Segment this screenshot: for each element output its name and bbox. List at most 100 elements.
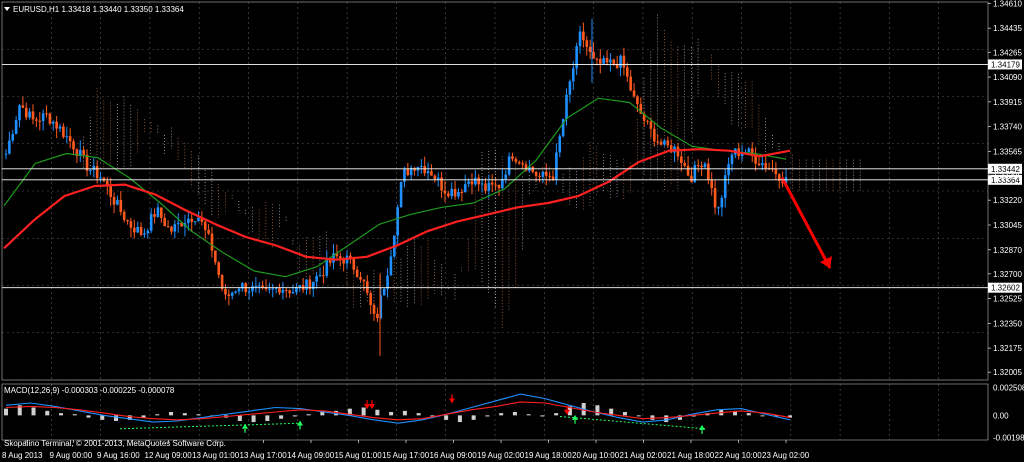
candle-body <box>646 120 649 122</box>
candle-body <box>68 136 72 142</box>
candle-body <box>629 76 632 91</box>
candle-body <box>511 156 514 159</box>
macd-tick-label: 0.002508 <box>993 383 1024 392</box>
candle-body <box>598 59 602 64</box>
candle-body <box>548 175 551 177</box>
price-tick-label: 1.33565 <box>993 147 1022 156</box>
time-tick-label: 21 Aug 18:00 <box>667 451 715 460</box>
candle-body <box>11 133 15 141</box>
candle-body <box>112 196 116 205</box>
candle-body <box>55 121 58 129</box>
candle-body <box>544 171 548 176</box>
macd-histogram-bar <box>251 415 256 423</box>
macd-histogram-bar <box>86 415 91 418</box>
candle-body <box>696 165 700 167</box>
candle-body <box>517 161 521 164</box>
candle-body <box>413 167 416 171</box>
candle-body <box>666 140 670 146</box>
candle-body <box>257 285 261 287</box>
macd-histogram-bar <box>45 410 50 416</box>
candle-body <box>480 183 484 185</box>
candle-body <box>217 262 221 275</box>
macd-histogram-bar <box>471 415 476 420</box>
candle-body <box>288 290 291 294</box>
candle-body <box>764 163 768 169</box>
macd-histogram-bar <box>292 415 297 417</box>
candle-body <box>92 165 96 171</box>
candle-body <box>531 166 535 172</box>
candle-body <box>571 68 575 82</box>
candle-body <box>21 105 25 108</box>
candle-body <box>193 221 197 223</box>
candle-body <box>686 165 690 176</box>
price-tick-label: 1.32175 <box>993 344 1022 353</box>
time-tick-label: 22 Aug 10:00 <box>715 451 763 460</box>
candle-body <box>585 40 589 47</box>
candle-body <box>224 288 227 295</box>
candle-body <box>555 152 558 180</box>
candle-body <box>325 260 329 276</box>
candle-body <box>197 217 200 222</box>
candle-body <box>575 46 578 69</box>
candle-body <box>690 175 693 182</box>
candle-body <box>58 126 62 129</box>
candle-body <box>656 141 659 143</box>
macd-histogram-bar <box>622 412 627 416</box>
candle-body <box>146 230 150 234</box>
candle-body <box>65 136 69 138</box>
candle-body <box>163 217 167 227</box>
candle-body <box>474 177 477 185</box>
candle-body <box>592 52 595 59</box>
candle-body <box>220 274 224 289</box>
candle-body <box>153 214 156 217</box>
price-tick-label: 1.33915 <box>993 98 1022 107</box>
time-tick-label: 19 Aug 02:00 <box>477 451 525 460</box>
candle-body <box>484 183 487 191</box>
candle-body <box>139 226 143 235</box>
candle-body <box>609 59 612 63</box>
candle-body <box>757 163 761 166</box>
candle-body <box>119 199 123 212</box>
time-tick-label: 15 Aug 17:00 <box>382 451 430 460</box>
candle-body <box>501 178 504 189</box>
price-tick-label: 1.33395 <box>993 171 1022 180</box>
candle-body <box>281 289 285 293</box>
candle-body <box>460 192 464 194</box>
candle-body <box>541 171 545 177</box>
candle-body <box>612 59 616 64</box>
candle-body <box>720 197 724 208</box>
candle-body <box>362 279 366 282</box>
candle-body <box>538 175 541 177</box>
macd-histogram-bar <box>31 407 36 416</box>
time-tick-label: 23 Aug 02:00 <box>762 451 810 460</box>
macd-histogram-bar <box>444 415 449 420</box>
candle-body <box>389 256 393 276</box>
candle-body <box>521 163 524 165</box>
copyright-footer: Skopalino Terminal, © 2001-2013, MetaQuo… <box>4 439 226 448</box>
macd-histogram-bar <box>664 415 669 423</box>
candle-body <box>463 184 467 193</box>
macd-histogram-bar <box>114 415 119 421</box>
price-tick-label: 1.33045 <box>993 221 1022 230</box>
candle-body <box>619 55 622 68</box>
candle-body <box>214 250 217 263</box>
candle-body <box>237 288 241 292</box>
candle-body <box>588 46 592 53</box>
macd-histogram-bar <box>155 414 160 416</box>
candle-body <box>271 288 275 290</box>
candle-body <box>730 154 734 165</box>
macd-histogram-bar <box>375 409 380 416</box>
macd-histogram-bar <box>595 405 600 416</box>
price-chart[interactable]: 1.341791.334421.333641.32602 1.346101.34… <box>0 0 1024 462</box>
time-tick-label: 19 Aug 18:00 <box>525 451 573 460</box>
candle-body <box>568 81 572 95</box>
candle-body <box>632 90 636 97</box>
candle-body <box>426 171 430 174</box>
candle-body <box>693 165 697 182</box>
candle-body <box>707 163 710 181</box>
time-tick-label: 12 Aug 09:00 <box>145 451 193 460</box>
price-tick-label: 1.32350 <box>993 319 1022 328</box>
candle-body <box>450 188 454 197</box>
macd-histogram-bar <box>416 413 421 416</box>
candle-body <box>774 169 778 175</box>
